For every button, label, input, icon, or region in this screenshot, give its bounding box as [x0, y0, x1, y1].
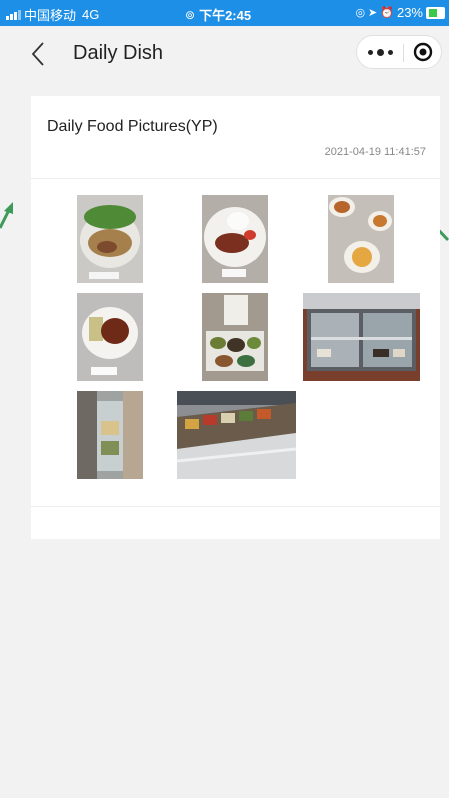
- lunch-tray-photo[interactable]: [202, 293, 268, 381]
- carrier-label: 中国移动: [24, 8, 77, 23]
- navigation-bar: Daily Dish: [0, 26, 449, 82]
- post-card: Daily Food Pictures(YP) 2021-04-19 11:41…: [31, 96, 440, 539]
- page-title: Daily Dish: [73, 42, 164, 64]
- back-button[interactable]: [26, 40, 50, 68]
- network-label: 4G: [82, 7, 100, 22]
- cafeteria-line-photo[interactable]: [77, 391, 143, 479]
- location-lock-icon: ◎: [355, 7, 366, 19]
- card-title: Daily Food Pictures(YP): [47, 118, 218, 135]
- rice-plate-photo[interactable]: [202, 195, 268, 283]
- clock: 下午2:45: [199, 8, 252, 23]
- alarm-icon: ⏰: [380, 7, 394, 19]
- arrow-annotation-left: [0, 202, 13, 229]
- meat-plate-photo[interactable]: [77, 293, 143, 381]
- battery-percent: 23%: [396, 5, 423, 20]
- sync-icon: ⊚: [185, 7, 196, 22]
- location-arrow-icon: ➤: [368, 7, 378, 19]
- capsule-divider: [403, 44, 404, 62]
- chevron-left-icon: [31, 42, 44, 66]
- card-divider: [31, 506, 440, 507]
- noodle-bowl-photo[interactable]: [77, 195, 143, 283]
- card-header: Daily Food Pictures(YP) 2021-04-19 11:41…: [31, 96, 440, 179]
- buffet-counter-photo[interactable]: [177, 391, 296, 479]
- mini-program-capsule: [356, 35, 442, 69]
- more-button[interactable]: [357, 36, 403, 68]
- status-bar: 中国移动 4G ⊚ 下午2:45 ◎ ➤ ⏰ 23%: [0, 0, 449, 26]
- post-date: 2021-04-19 11:41:57: [324, 146, 426, 158]
- battery-icon: [426, 6, 445, 19]
- signal-icon: [6, 9, 21, 20]
- target-icon: [413, 42, 433, 62]
- multiple-plates-photo[interactable]: [328, 195, 394, 283]
- display-case-photo[interactable]: [303, 293, 420, 381]
- close-mini-program-button[interactable]: [413, 42, 433, 62]
